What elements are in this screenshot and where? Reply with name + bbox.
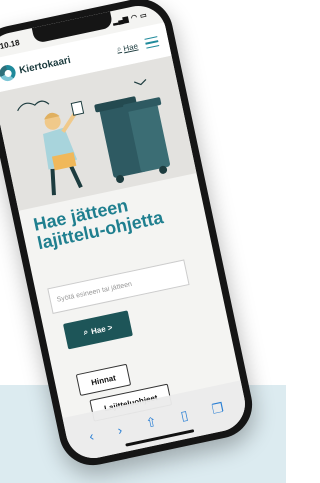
- tabs-icon[interactable]: ❐: [210, 400, 225, 418]
- waste-search-input[interactable]: [47, 259, 190, 314]
- wifi-icon: ◠: [130, 13, 138, 23]
- search-button[interactable]: ⌕ Hae >: [62, 310, 133, 350]
- status-time: 10.18: [0, 37, 21, 51]
- book-icon[interactable]: ▯: [179, 407, 189, 424]
- chevron-right-icon[interactable]: ›: [116, 422, 123, 438]
- search-button-label: Hae >: [90, 322, 114, 336]
- signal-icon: ▂▄▆: [112, 15, 130, 26]
- hamburger-menu-icon[interactable]: [144, 35, 160, 49]
- share-icon[interactable]: ⇧: [144, 414, 158, 432]
- chevron-left-icon[interactable]: ‹: [88, 428, 95, 444]
- status-icons: ▂▄▆ ◠ ▭: [112, 11, 147, 26]
- battery-icon: ▭: [139, 11, 148, 21]
- logo-icon: [0, 63, 18, 83]
- header-search-label: Hae: [122, 41, 139, 53]
- search-icon: ⌕: [115, 43, 123, 54]
- header-search-link[interactable]: ⌕ Hae: [116, 41, 139, 55]
- prices-link[interactable]: Hinnat: [75, 363, 132, 397]
- search-button-icon: ⌕: [82, 327, 89, 337]
- logo-text: Kiertokaari: [18, 54, 72, 76]
